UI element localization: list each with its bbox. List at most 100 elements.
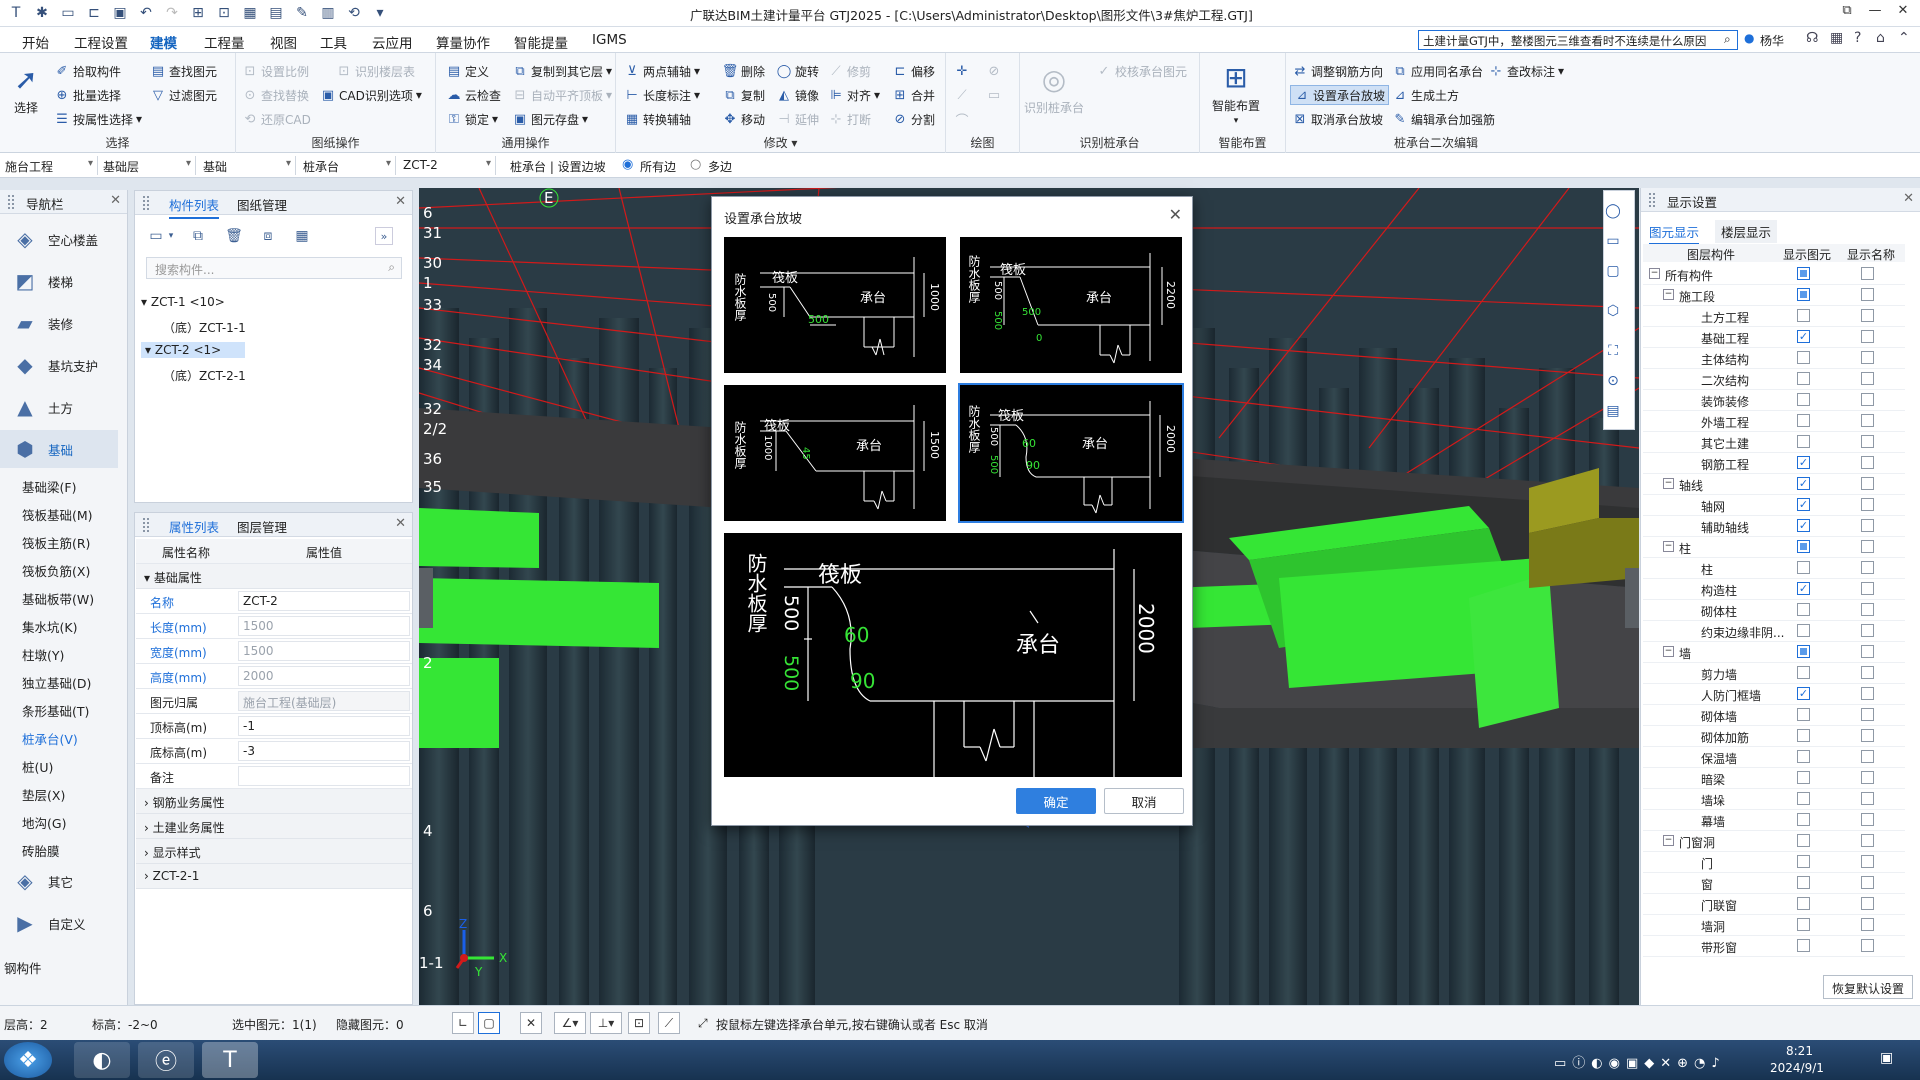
search-icon[interactable]: ⌕ (1724, 32, 1731, 47)
batch-select-button[interactable]: ⊕ 批量选择 (54, 85, 121, 105)
show-element-checkbox[interactable] (1797, 309, 1810, 322)
show-element-checkbox[interactable]: ✓ (1797, 582, 1810, 595)
offset-button[interactable]: ⊏ 偏移 (892, 61, 935, 81)
cancel-button[interactable]: 取消 (1104, 788, 1184, 814)
two-point-axis-button[interactable]: ⊻ 两点辅轴 ▾ (624, 61, 700, 81)
section-civil[interactable]: › 土建业务属性 (136, 814, 412, 839)
ortho-icon[interactable]: ∟ (452, 1012, 474, 1034)
section-display[interactable]: › 显示样式 (136, 839, 412, 864)
show-name-checkbox[interactable] (1861, 771, 1874, 784)
track-icon[interactable]: ⟋ (658, 1012, 680, 1034)
tab-floor-display[interactable]: 楼层显示 (1715, 220, 1778, 243)
tree-collapse-icon[interactable]: − (1649, 268, 1660, 279)
copy-component-icon[interactable]: ⧉ (187, 225, 209, 247)
open-icon[interactable]: ⊏ (84, 3, 104, 23)
close-icon[interactable]: ✕ (395, 194, 406, 209)
show-name-checkbox[interactable] (1861, 939, 1874, 952)
project-select[interactable]: 施台工程 (2, 156, 98, 175)
nav-sub-item[interactable]: 基础梁(F) (22, 477, 76, 496)
show-name-checkbox[interactable] (1861, 435, 1874, 448)
menu-project-settings[interactable]: 工程设置 (74, 32, 128, 52)
tree-collapse-icon[interactable]: − (1663, 646, 1674, 657)
arc-draw-icon[interactable]: ⌒ (954, 109, 970, 129)
tree-collapse-icon[interactable]: − (1663, 478, 1674, 489)
menu-tools[interactable]: 工具 (320, 32, 347, 52)
show-name-checkbox[interactable] (1861, 351, 1874, 364)
layer-icon[interactable]: ▦ (291, 225, 313, 247)
nav-item-foundation[interactable]: ⬢ 基础 (0, 430, 118, 468)
show-element-checkbox[interactable] (1797, 645, 1810, 658)
show-name-checkbox[interactable] (1861, 561, 1874, 574)
chevron-down-icon[interactable]: ▾ (165, 225, 177, 247)
left-collapse-handle[interactable] (419, 568, 433, 628)
find-element-button[interactable]: ▤ 查找图元 (150, 61, 217, 81)
nav-item-decoration[interactable]: ▰ 装修 (0, 304, 118, 342)
show-element-checkbox[interactable] (1797, 624, 1810, 637)
set-slope-button[interactable]: ⊿ 设置承台放坡 (1290, 85, 1390, 105)
show-element-checkbox[interactable] (1797, 750, 1810, 763)
show-element-checkbox[interactable] (1797, 729, 1810, 742)
select-button[interactable]: ➚ 选择 (8, 61, 44, 116)
section-basic[interactable]: ▾ 基础属性 (136, 564, 412, 589)
show-element-checkbox[interactable] (1797, 414, 1810, 427)
close-icon[interactable]: ✕ (110, 193, 121, 208)
show-element-checkbox[interactable] (1797, 771, 1810, 784)
report-icon[interactable]: ⊡ (214, 3, 234, 23)
adjust-rebar-button[interactable]: ⇄ 调整钢筋方向 (1292, 61, 1383, 81)
rotate-button[interactable]: ◯ 旋转 (776, 61, 819, 81)
show-name-checkbox[interactable] (1861, 498, 1874, 511)
ok-button[interactable]: 确定 (1016, 788, 1096, 814)
tree-collapse-icon[interactable]: − (1663, 289, 1674, 300)
show-name-checkbox[interactable] (1861, 519, 1874, 532)
nav-sub-item[interactable]: 地沟(G) (22, 813, 66, 832)
nav-sub-item[interactable]: 筏板主筋(R) (22, 533, 90, 552)
show-element-checkbox[interactable] (1797, 603, 1810, 616)
new-component-icon[interactable]: ▭ (145, 225, 167, 247)
app-logo-icon[interactable]: T (6, 3, 26, 23)
restore-cad-button[interactable]: ⟲ 还原CAD (242, 109, 311, 129)
component-search-input[interactable]: 搜索构件... ⌕ (146, 257, 402, 279)
nav-item-steel[interactable]: 钢构件 (4, 958, 42, 977)
save-element-button[interactable]: ▣ 图元存盘 ▾ (512, 109, 588, 129)
tree-expand-icon[interactable]: ▾ (141, 295, 151, 309)
smart-layout-button[interactable]: ⊞ 智能布置 ▾ (1212, 59, 1260, 127)
slope-option-3[interactable]: 防水板厚 筏板 承台 1000 45 1500 (722, 383, 948, 523)
start-button[interactable]: ❖ (4, 1042, 52, 1078)
type-select[interactable]: 桩承台 (300, 156, 396, 175)
nav-sub-item[interactable]: 集水坑(K) (22, 617, 77, 636)
show-name-checkbox[interactable] (1861, 309, 1874, 322)
section-sub-element[interactable]: › ZCT-2-1 (136, 864, 412, 889)
grip-icon[interactable] (8, 195, 14, 209)
pick-component-button[interactable]: ✐ 拾取构件 (54, 61, 121, 81)
angle-icon[interactable]: ∠▾ (554, 1012, 586, 1034)
trim-button[interactable]: ⟋ 修剪 (828, 61, 871, 81)
help-icon[interactable]: ? (1854, 30, 1861, 46)
menu-view[interactable]: 视图 (270, 32, 297, 52)
mirror-button[interactable]: ◭ 镜像 (776, 85, 819, 105)
show-name-checkbox[interactable] (1861, 477, 1874, 490)
show-element-checkbox[interactable] (1797, 372, 1810, 385)
calc-icon[interactable]: ⊞ (188, 3, 208, 23)
nav-sub-item[interactable]: 条形基础(T) (22, 701, 89, 720)
show-name-checkbox[interactable] (1861, 414, 1874, 427)
show-name-checkbox[interactable] (1861, 330, 1874, 343)
show-name-checkbox[interactable] (1861, 393, 1874, 406)
grip-icon[interactable] (143, 518, 149, 532)
offset-icon[interactable]: ⊥▾ (590, 1012, 622, 1034)
copy-layer-icon[interactable]: ⧈ (257, 225, 279, 247)
show-name-checkbox[interactable] (1861, 729, 1874, 742)
show-element-checkbox[interactable] (1797, 393, 1810, 406)
restore-down-icon[interactable]: ⧉ (1834, 3, 1860, 23)
menu-cloud[interactable]: 云应用 (372, 32, 413, 52)
3d-view-icon[interactable]: ▢ (1600, 258, 1626, 284)
view-mark-button[interactable]: ⊹ 查改标注 ▾ (1488, 61, 1565, 81)
show-element-checkbox[interactable] (1797, 351, 1810, 364)
length-mark-button[interactable]: ⊢ 长度标注 ▾ (624, 85, 700, 105)
redo-icon[interactable]: ↷ (162, 3, 182, 23)
align-button[interactable]: ⊫ 对齐 ▾ (828, 85, 880, 105)
user-avatar-icon[interactable]: ● (1744, 31, 1754, 45)
point-draw-icon[interactable]: ✛ (954, 61, 970, 81)
nav-sub-item[interactable]: 垫层(X) (22, 785, 65, 804)
nav-sub-item-pile-cap[interactable]: 桩承台(V) (22, 729, 78, 748)
pen-icon[interactable]: ✎ (292, 3, 312, 23)
